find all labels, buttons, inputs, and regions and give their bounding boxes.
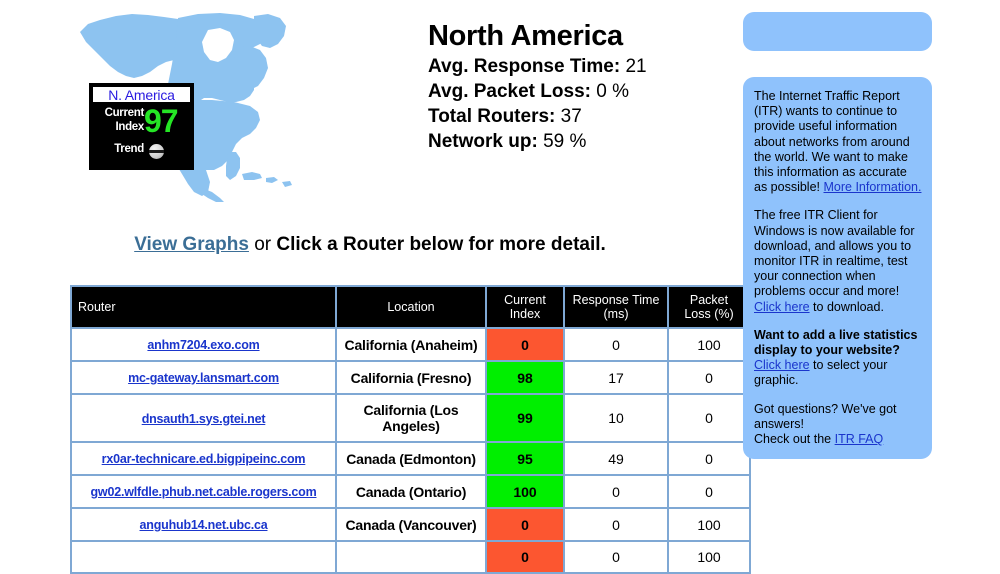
router-packet-loss-cell: 0 — [669, 362, 749, 393]
download-client-link[interactable]: Click here — [754, 300, 810, 314]
stat-total-routers: Total Routers: 37 — [428, 106, 582, 127]
instruction-text: Click a Router below for more detail. — [276, 234, 606, 255]
router-location-cell: California (Los Angeles) — [337, 395, 485, 441]
sidebar-block-stats-display: Want to add a live statistics display to… — [754, 327, 918, 388]
router-index-cell: 0 — [487, 329, 563, 360]
sidebar-info-panel: The Internet Traffic Report (ITR) wants … — [743, 77, 932, 460]
router-table-body: anhm7204.exo.com California (Anaheim) 0 … — [72, 329, 749, 572]
right-sidebar: The Internet Traffic Report (ITR) wants … — [743, 12, 932, 460]
column-header-router[interactable]: Router — [72, 287, 335, 327]
badge-label-current: Current — [104, 107, 145, 119]
table-row[interactable]: rx0ar-technicare.ed.bigpipeinc.com Canad… — [72, 443, 749, 474]
router-table: Router Location Current Index Response T… — [70, 285, 751, 574]
table-row[interactable]: anhm7204.exo.com California (Anaheim) 0 … — [72, 329, 749, 360]
router-packet-loss-cell: 100 — [669, 542, 749, 572]
view-graphs-link[interactable]: View Graphs — [134, 234, 249, 255]
router-location-cell: Canada (Ontario) — [337, 476, 485, 507]
table-row[interactable]: mc-gateway.lansmart.com California (Fres… — [72, 362, 749, 393]
current-index-badge: N. America Current Index 97 Trend — [89, 83, 194, 170]
router-response-time-cell: 0 — [565, 329, 667, 360]
router-name-cell[interactable]: anguhub14.net.ubc.ca — [72, 509, 335, 540]
stat-network-up-value: 59 % — [543, 131, 587, 152]
router-index-cell: 0 — [487, 542, 563, 572]
router-index-cell: 0 — [487, 509, 563, 540]
stat-avg-response-time: Avg. Response Time: 21 — [428, 56, 647, 77]
router-link[interactable]: gw02.wlfdle.phub.net.cable.rogers.com — [91, 485, 317, 499]
router-location-cell: Canada (Vancouver) — [337, 509, 485, 540]
router-packet-loss-cell: 0 — [669, 443, 749, 474]
router-index-cell: 100 — [487, 476, 563, 507]
table-row[interactable]: gw02.wlfdle.phub.net.cable.rogers.com Ca… — [72, 476, 749, 507]
badge-label-trend: Trend — [114, 143, 144, 155]
column-header-response-time[interactable]: Response Time (ms) — [565, 287, 667, 327]
more-information-link[interactable]: More Information. — [824, 180, 922, 194]
router-packet-loss-cell: 0 — [669, 395, 749, 441]
router-table-wrap: Router Location Current Index Response T… — [70, 285, 751, 574]
router-response-time-cell: 10 — [565, 395, 667, 441]
badge-body: Current Index 97 Trend — [92, 103, 191, 167]
select-graphic-link[interactable]: Click here — [754, 358, 810, 372]
router-index-cell: 95 — [487, 443, 563, 474]
router-response-time-cell: 0 — [565, 476, 667, 507]
table-row[interactable]: dnsauth1.sys.gtei.net California (Los An… — [72, 395, 749, 441]
router-link[interactable]: dnsauth1.sys.gtei.net — [142, 412, 266, 426]
sidebar-block-client: The free ITR Client for Windows is now a… — [754, 208, 915, 314]
instruction-line: View Graphs or Click a Router below for … — [0, 234, 740, 256]
table-row[interactable]: 0 0 100 — [72, 542, 749, 572]
router-packet-loss-cell: 0 — [669, 476, 749, 507]
page-title: North America — [428, 20, 623, 52]
router-location-cell — [337, 542, 485, 572]
region-summary: North America Avg. Response Time: 21 Avg… — [428, 18, 728, 154]
router-name-cell[interactable]: gw02.wlfdle.phub.net.cable.rogers.com — [72, 476, 335, 507]
table-header-row: Router Location Current Index Response T… — [72, 287, 749, 327]
router-link[interactable]: mc-gateway.lansmart.com — [128, 371, 279, 385]
router-location-cell: Canada (Edmonton) — [337, 443, 485, 474]
stat-network-up: Network up: 59 % — [428, 131, 587, 152]
router-location-cell: California (Anaheim) — [337, 329, 485, 360]
sidebar-stats-heading: Want to add a live statistics display to… — [754, 327, 918, 358]
itr-faq-link[interactable]: ITR FAQ — [835, 432, 884, 446]
stat-avg-packet-loss: Avg. Packet Loss: 0 % — [428, 81, 629, 102]
router-packet-loss-cell: 100 — [669, 509, 749, 540]
router-name-cell[interactable]: rx0ar-technicare.ed.bigpipeinc.com — [72, 443, 335, 474]
router-response-time-cell: 0 — [565, 542, 667, 572]
sidebar-banner-panel[interactable] — [743, 12, 932, 51]
stat-total-routers-value: 37 — [560, 106, 582, 127]
column-header-current-index[interactable]: Current Index — [487, 287, 563, 327]
router-response-time-cell: 17 — [565, 362, 667, 393]
instruction-conjunction: or — [248, 234, 277, 255]
badge-index-value: 97 — [144, 103, 179, 139]
stat-avg-packet-loss-value: 0 % — [596, 81, 629, 102]
router-name-cell[interactable]: dnsauth1.sys.gtei.net — [72, 395, 335, 441]
badge-label-index: Index — [115, 121, 144, 133]
router-packet-loss-cell: 100 — [669, 329, 749, 360]
router-index-cell: 99 — [487, 395, 563, 441]
router-link[interactable]: rx0ar-technicare.ed.bigpipeinc.com — [102, 452, 306, 466]
table-row[interactable]: anguhub14.net.ubc.ca Canada (Vancouver) … — [72, 509, 749, 540]
badge-region-title: N. America — [92, 86, 191, 103]
column-header-location[interactable]: Location — [337, 287, 485, 327]
column-header-packet-loss[interactable]: Packet Loss (%) — [669, 287, 749, 327]
stat-avg-response-time-value: 21 — [625, 56, 647, 77]
router-name-cell[interactable]: mc-gateway.lansmart.com — [72, 362, 335, 393]
router-index-cell: 98 — [487, 362, 563, 393]
router-response-time-cell: 49 — [565, 443, 667, 474]
sidebar-block-faq: Got questions? We've got answers! Check … — [754, 401, 897, 447]
trend-steady-icon — [149, 144, 164, 159]
router-link[interactable]: anhm7204.exo.com — [147, 338, 259, 352]
router-link[interactable]: anguhub14.net.ubc.ca — [140, 518, 268, 532]
router-response-time-cell: 0 — [565, 509, 667, 540]
sidebar-block-mission: The Internet Traffic Report (ITR) wants … — [754, 89, 922, 195]
router-name-cell[interactable] — [72, 542, 335, 572]
router-location-cell: California (Fresno) — [337, 362, 485, 393]
router-name-cell[interactable]: anhm7204.exo.com — [72, 329, 335, 360]
